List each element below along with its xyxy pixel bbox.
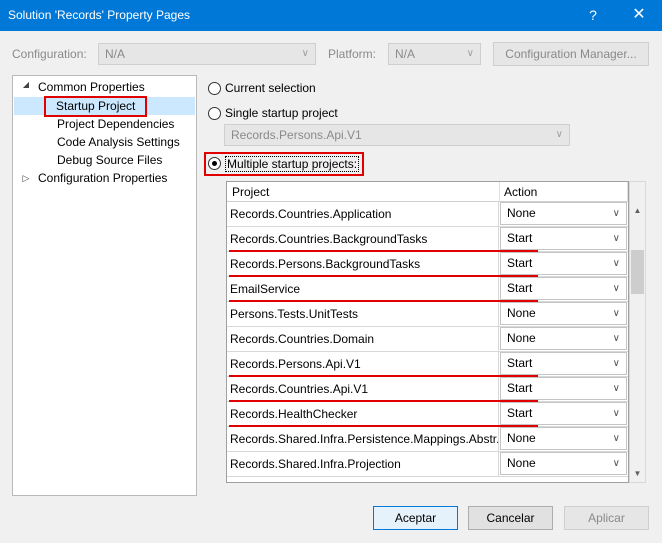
action-dropdown[interactable]: None ∨ xyxy=(500,202,627,225)
table-row[interactable]: Records.Countries.Api.V1 Start ∨ xyxy=(227,377,628,402)
scroll-down-icon[interactable]: ▼ xyxy=(630,465,645,482)
project-cell: Persons.Tests.UnitTests xyxy=(227,302,499,326)
project-cell: Records.Countries.BackgroundTasks xyxy=(227,227,499,251)
table-row[interactable]: Records.Persons.Api.V1 Start ∨ xyxy=(227,352,628,377)
platform-label: Platform: xyxy=(328,47,377,61)
action-dropdown[interactable]: None ∨ xyxy=(500,302,627,325)
tree-item-debug-source-files[interactable]: Debug Source Files xyxy=(57,151,162,169)
action-value: Start xyxy=(507,256,533,270)
single-startup-value: Records.Persons.Api.V1 xyxy=(231,128,362,142)
tree-item-common-properties[interactable]: Common Properties xyxy=(38,78,145,96)
action-value: None xyxy=(507,431,536,445)
apply-button[interactable]: Aplicar xyxy=(564,506,649,530)
property-tree[interactable]: ◢ Common Properties Startup Project Proj… xyxy=(12,75,197,496)
tree-item-code-analysis[interactable]: Code Analysis Settings xyxy=(57,133,180,151)
action-dropdown[interactable]: Start ∨ xyxy=(500,377,627,400)
help-button[interactable]: ? xyxy=(580,4,606,26)
table-row[interactable]: Records.Countries.BackgroundTasks Start ∨ xyxy=(227,227,628,252)
table-row[interactable]: Records.Shared.Infra.Persistence.Mapping… xyxy=(227,427,628,452)
current-selection-label[interactable]: Current selection xyxy=(225,81,316,95)
configuration-combo[interactable]: N/A ∨ xyxy=(98,43,316,65)
action-value: Start xyxy=(507,356,533,370)
chevron-down-icon: ∨ xyxy=(612,233,620,244)
table-row[interactable]: Records.Countries.Domain None ∨ xyxy=(227,327,628,352)
tree-item-startup-project[interactable]: Startup Project xyxy=(44,96,148,117)
scrollbar-thumb[interactable] xyxy=(631,250,644,294)
action-dropdown[interactable]: Start ∨ xyxy=(500,277,627,300)
chevron-down-icon: ∨ xyxy=(612,408,620,419)
table-row[interactable]: Records.Persons.BackgroundTasks Start ∨ xyxy=(227,252,628,277)
project-cell: Records.Persons.BackgroundTasks xyxy=(227,252,499,276)
action-value: None xyxy=(507,456,536,470)
table-row[interactable]: EmailService Start ∨ xyxy=(227,277,628,302)
header-action[interactable]: Action xyxy=(500,182,628,202)
table-row[interactable]: Records.HealthChecker Start ∨ xyxy=(227,402,628,427)
action-value: Start xyxy=(507,231,533,245)
title-bar: Solution 'Records' Property Pages ? ✕ xyxy=(0,0,662,31)
configuration-label: Configuration: xyxy=(12,47,87,61)
action-value: Start xyxy=(507,281,533,295)
platform-combo[interactable]: N/A ∨ xyxy=(388,43,481,65)
window-title: Solution 'Records' Property Pages xyxy=(8,8,191,22)
chevron-down-icon: ∨ xyxy=(612,208,620,219)
scroll-up-icon[interactable]: ▲ xyxy=(630,202,645,219)
project-cell: EmailService xyxy=(227,277,499,301)
vertical-scrollbar[interactable]: ▲ ▼ xyxy=(629,181,646,483)
expanded-arrow-icon[interactable]: ◢ xyxy=(21,80,31,89)
chevron-down-icon: ∨ xyxy=(466,48,474,59)
project-cell: Records.HealthChecker xyxy=(227,402,499,426)
chevron-down-icon: ∨ xyxy=(612,383,620,394)
action-value: None xyxy=(507,206,536,220)
action-dropdown[interactable]: Start ∨ xyxy=(500,252,627,275)
project-cell: Records.Countries.Domain xyxy=(227,327,499,351)
action-dropdown[interactable]: Start ∨ xyxy=(500,352,627,375)
platform-value: N/A xyxy=(395,47,416,61)
current-selection-radio[interactable] xyxy=(208,82,221,95)
action-value: None xyxy=(507,331,536,345)
action-value: None xyxy=(507,306,536,320)
ok-button[interactable]: Aceptar xyxy=(373,506,458,530)
chevron-down-icon: ∨ xyxy=(612,458,620,469)
chevron-down-icon: ∨ xyxy=(612,358,620,369)
close-button[interactable]: ✕ xyxy=(626,4,652,26)
multiple-startup-label[interactable]: Multiple startup projects: xyxy=(225,156,360,172)
chevron-down-icon: ∨ xyxy=(612,283,620,294)
chevron-down-icon: ∨ xyxy=(555,129,563,140)
chevron-down-icon: ∨ xyxy=(612,333,620,344)
action-value: Start xyxy=(507,381,533,395)
single-startup-combo[interactable]: Records.Persons.Api.V1 ∨ xyxy=(224,124,570,146)
header-project[interactable]: Project xyxy=(227,182,500,202)
project-cell: Records.Countries.Api.V1 xyxy=(227,377,499,401)
configuration-value: N/A xyxy=(105,47,126,61)
chevron-down-icon: ∨ xyxy=(301,48,309,59)
cancel-button[interactable]: Cancelar xyxy=(468,506,553,530)
project-cell: Records.Persons.Api.V1 xyxy=(227,352,499,376)
action-dropdown[interactable]: Start ∨ xyxy=(500,402,627,425)
chevron-down-icon: ∨ xyxy=(612,433,620,444)
single-startup-label[interactable]: Single startup project xyxy=(225,106,338,120)
action-dropdown[interactable]: Start ∨ xyxy=(500,227,627,250)
table-row[interactable]: Records.Countries.Application None ∨ xyxy=(227,202,628,227)
project-cell: Records.Shared.Infra.Projection xyxy=(227,452,499,476)
project-cell: Records.Countries.Application xyxy=(227,202,499,226)
table-row[interactable]: Records.Shared.Infra.Projection None ∨ xyxy=(227,452,628,477)
configuration-manager-button[interactable]: Configuration Manager... xyxy=(493,42,649,66)
chevron-down-icon: ∨ xyxy=(612,308,620,319)
project-cell: Records.Shared.Infra.Persistence.Mapping… xyxy=(227,427,499,451)
tree-item-configuration-properties[interactable]: Configuration Properties xyxy=(38,169,167,187)
action-value: Start xyxy=(507,406,533,420)
collapsed-arrow-icon[interactable]: ▷ xyxy=(21,173,31,184)
multiple-startup-radio[interactable] xyxy=(208,157,221,170)
table-row[interactable]: Persons.Tests.UnitTests None ∨ xyxy=(227,302,628,327)
single-startup-radio[interactable] xyxy=(208,107,221,120)
action-dropdown[interactable]: None ∨ xyxy=(500,327,627,350)
chevron-down-icon: ∨ xyxy=(612,258,620,269)
action-dropdown[interactable]: None ∨ xyxy=(500,452,627,475)
startup-projects-grid[interactable]: Project Action Records.Countries.Applica… xyxy=(226,181,629,483)
action-dropdown[interactable]: None ∨ xyxy=(500,427,627,450)
tree-item-project-dependencies[interactable]: Project Dependencies xyxy=(57,115,174,133)
